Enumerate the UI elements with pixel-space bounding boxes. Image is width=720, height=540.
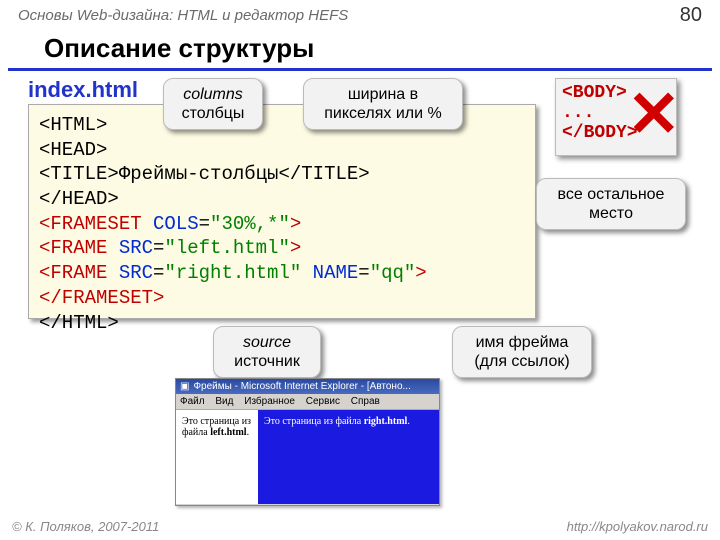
frame-text-bold: right.html (364, 416, 408, 427)
frame-text-bold: left.html (210, 427, 246, 438)
callout-text: столбцы (178, 104, 248, 123)
callout-name: имя фрейма (для ссылок) (452, 326, 592, 378)
code-val: "qq" (370, 262, 416, 284)
callout-text: все остальное место (551, 185, 671, 223)
code-val: "left.html" (164, 237, 289, 259)
menu-item: Справ (351, 396, 380, 407)
menu-item: Вид (215, 396, 233, 407)
code-eq: = (153, 262, 164, 284)
code-tag: > (290, 237, 301, 259)
code-line: </HEAD> (39, 188, 119, 210)
callout-rest: все остальное место (536, 178, 686, 230)
code-val: "30%,*" (210, 213, 290, 235)
callout-text: columns (178, 85, 248, 104)
code-attr: SRC (107, 262, 153, 284)
browser-title: Фреймы - Microsoft Internet Explorer - [… (193, 381, 410, 392)
code-tag: <FRAMESET (39, 213, 142, 235)
menu-item: Избранное (244, 396, 295, 407)
browser-frames: Это страница из файла left.html. Это стр… (176, 410, 439, 504)
code-line: </FRAMESET> (39, 287, 164, 309)
callout-text: ширина в пикселях или % (318, 85, 448, 123)
code-eq: = (358, 262, 369, 284)
code-line: <HEAD> (39, 139, 107, 161)
code-block: <HTML> <HEAD> <TITLE>Фреймы-столбцы</TIT… (28, 104, 536, 319)
browser-menu: Файл Вид Избранное Сервис Справ (176, 394, 439, 410)
browser-titlebar: ▣ Фреймы - Microsoft Internet Explorer -… (176, 379, 439, 394)
code-line: </HTML> (39, 312, 119, 334)
breadcrumb: Основы Web-дизайна: HTML и редактор HEFS (18, 7, 348, 24)
code-text: Фреймы-столбцы (119, 163, 279, 185)
menu-item: Сервис (306, 396, 340, 407)
callout-text: имя фрейма (для ссылок) (467, 333, 577, 371)
header: Основы Web-дизайна: HTML и редактор HEFS… (0, 0, 720, 29)
cross-icon: ✕ (627, 82, 681, 146)
footer: © К. Поляков, 2007-2011 http://kpolyakov… (0, 515, 720, 540)
callout-source: source источник (213, 326, 321, 378)
code-eq: = (153, 237, 164, 259)
code-tag: </TITLE> (278, 163, 369, 185)
page-title: Описание структуры (8, 29, 712, 71)
callout-text: источник (228, 352, 306, 371)
frame-text: Это страница из файла (264, 416, 361, 427)
callout-width: ширина в пикселях или % (303, 78, 463, 130)
menu-item: Файл (180, 396, 205, 407)
code-line: <HTML> (39, 114, 107, 136)
callout-columns: columns столбцы (163, 78, 263, 130)
code-attr: NAME (301, 262, 358, 284)
callout-text: source (228, 333, 306, 352)
right-frame: Это страница из файла right.html. (258, 410, 439, 504)
code-tag: <FRAME (39, 237, 107, 259)
copyright: © К. Поляков, 2007-2011 (12, 519, 159, 534)
code-attr: COLS (142, 213, 199, 235)
ie-icon: ▣ (180, 381, 189, 392)
browser-preview: ▣ Фреймы - Microsoft Internet Explorer -… (175, 378, 440, 506)
left-frame: Это страница из файла left.html. (176, 410, 258, 504)
code-attr: SRC (107, 237, 153, 259)
code-tag: <FRAME (39, 262, 107, 284)
code-tag: > (415, 262, 426, 284)
code-val: "right.html" (164, 262, 301, 284)
code-tag: > (290, 213, 301, 235)
code-tag: <TITLE> (39, 163, 119, 185)
page-number: 80 (680, 4, 702, 27)
footer-url: http://kpolyakov.narod.ru (567, 519, 708, 534)
code-eq: = (199, 213, 210, 235)
